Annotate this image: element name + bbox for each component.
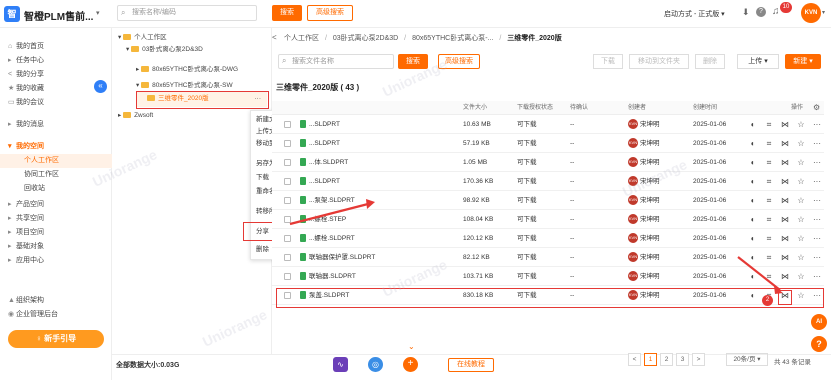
page-size-select[interactable]: 20条/页 ▾ (726, 353, 768, 366)
prev-page-button[interactable]: < (628, 353, 641, 366)
arrow-head-2 (774, 286, 783, 294)
annotation-arrows (289, 199, 783, 294)
ai-assistant-button[interactable]: AI (811, 314, 827, 330)
page-3[interactable]: 3 (676, 353, 689, 366)
arrow-to-share-menu (289, 202, 369, 226)
next-page-button[interactable]: > (692, 353, 705, 366)
dock-app-globe-icon[interactable]: ◎ (368, 357, 383, 372)
total-data-size: 全部数据大小:0.03G (116, 362, 180, 369)
dock-app-purple-icon[interactable]: ∿ (333, 357, 348, 372)
page-1[interactable]: 1 (644, 353, 657, 366)
collapse-dock-chevron-icon[interactable]: ⌄ (408, 342, 415, 351)
arrow-to-share-action (737, 256, 781, 291)
online-tutorial-button[interactable]: 在线教程 (448, 358, 494, 372)
arrow-head-1 (366, 199, 375, 209)
total-records: 共 43 条记录 (774, 359, 811, 366)
dock-add-icon[interactable]: + (403, 357, 418, 372)
help-float-button[interactable]: ? (811, 336, 827, 352)
page-2[interactable]: 2 (660, 353, 673, 366)
